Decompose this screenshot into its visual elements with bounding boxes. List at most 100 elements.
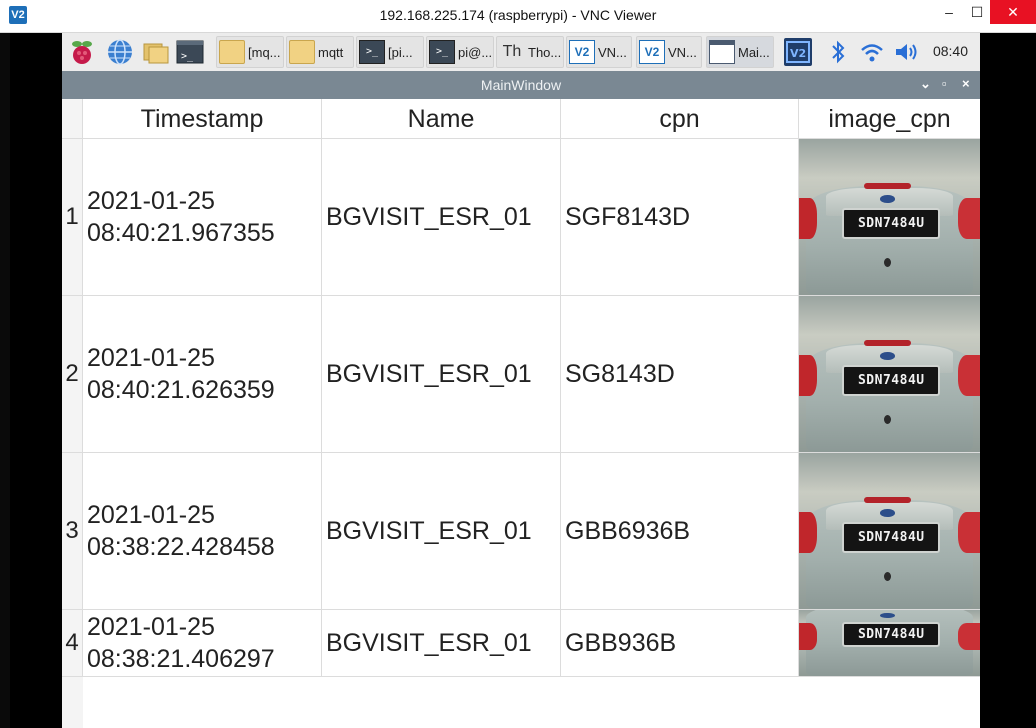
raspberry-menu-icon[interactable]	[68, 38, 96, 66]
row-header[interactable]: 3	[62, 453, 83, 610]
tail-light-left	[799, 355, 818, 396]
table-cell-name[interactable]: BGVISIT_ESR_01	[322, 296, 561, 453]
license-plate-image[interactable]: SDN7484U	[799, 610, 980, 677]
vnc-close-button[interactable]: ✕	[990, 0, 1036, 24]
column-header-cpn[interactable]: cpn	[561, 99, 799, 139]
timestamp-date: 2021-01-25	[87, 344, 215, 372]
svg-text:V2: V2	[790, 47, 806, 60]
vnc-tray-icon[interactable]: V2	[784, 38, 812, 66]
taskbar-button-vnc-1[interactable]: V2 VN...	[566, 36, 632, 68]
timestamp-time: 08:38:21.406297	[87, 645, 275, 673]
main-window-minimize-button[interactable]: ⌄	[920, 76, 931, 92]
taskbar-button-pi-terminal[interactable]: >_ [pi...	[356, 36, 424, 68]
row-header[interactable]: 1	[62, 139, 83, 296]
taskbar-button-thonny[interactable]: Th Tho...	[496, 36, 564, 68]
tail-light-left	[799, 512, 818, 553]
folder-icon	[219, 40, 245, 64]
license-plate: SDN7484U	[842, 207, 941, 239]
table-cell-cpn[interactable]: GBB6936B	[561, 453, 799, 610]
license-plate: SDN7484U	[842, 521, 941, 553]
terminal-icon[interactable]: >_	[176, 38, 204, 66]
svg-text:>_: >_	[181, 51, 194, 62]
vnc-minimize-button[interactable]: –	[934, 0, 964, 24]
car-badge-icon	[880, 509, 895, 517]
web-browser-icon[interactable]	[106, 38, 134, 66]
taskbar-button-vnc-2[interactable]: V2 VN...	[636, 36, 702, 68]
taskbar-clock[interactable]: 08:40	[933, 43, 968, 59]
taskbar-label: Mai...	[738, 44, 770, 60]
vnc-icon: V2	[569, 40, 595, 64]
timestamp-date: 2021-01-25	[87, 613, 215, 641]
thonny-icon: Th	[502, 43, 522, 60]
table-cell-timestamp[interactable]: 2021-01-25 08:38:21.406297	[83, 610, 322, 677]
row-header[interactable]: 2	[62, 296, 83, 453]
license-plate-image[interactable]: SDN7484U	[799, 296, 980, 453]
tail-light-right	[958, 512, 980, 553]
table-cell-name[interactable]: BGVISIT_ESR_01	[322, 139, 561, 296]
taskbar-button-mainwindow[interactable]: Mai...	[706, 36, 774, 68]
tail-light-left	[799, 198, 818, 239]
table-cell-cpn[interactable]: GBB936B	[561, 610, 799, 677]
timestamp-date: 2021-01-25	[87, 501, 215, 529]
volume-icon[interactable]	[892, 38, 920, 66]
car-badge-icon	[880, 612, 895, 618]
taskbar: >_ [mq... mqtt >_ [pi... >_ pi@... Th Tho..…	[62, 33, 980, 72]
column-header-timestamp[interactable]: Timestamp	[83, 99, 322, 139]
tail-light-right	[958, 623, 980, 650]
taskbar-label: [pi...	[388, 44, 413, 60]
license-plate-image[interactable]: SDN7484U	[799, 453, 980, 610]
main-window-titlebar[interactable]: MainWindow ⌄ ▫ ×	[62, 71, 980, 99]
taskbar-button-mqtt-folder[interactable]: mqtt	[286, 36, 354, 68]
records-table[interactable]: Timestamp Name cpn image_cpn 1 2021-01-2…	[62, 99, 980, 728]
vnc-titlebar: V2 192.168.225.174 (raspberrypi) - VNC V…	[0, 0, 1036, 33]
main-window-maximize-button[interactable]: ▫	[942, 76, 947, 91]
table-cell-name[interactable]: BGVISIT_ESR_01	[322, 610, 561, 677]
window-icon	[709, 40, 735, 64]
table-cell-timestamp[interactable]: 2021-01-25 08:40:21.626359	[83, 296, 322, 453]
remote-right-border	[980, 33, 1036, 728]
timestamp-time: 08:40:21.626359	[87, 376, 275, 404]
license-plate: SDN7484U	[842, 364, 941, 396]
brake-light	[864, 496, 912, 503]
brake-light	[864, 339, 912, 346]
car-badge-icon	[880, 195, 895, 203]
license-plate: SDN7484U	[842, 621, 941, 647]
table-cell-timestamp[interactable]: 2021-01-25 08:40:21.967355	[83, 139, 322, 296]
timestamp-time: 08:40:21.967355	[87, 219, 275, 247]
remote-edge-strip	[0, 33, 10, 728]
taskbar-label: mqtt	[318, 44, 344, 60]
main-window: MainWindow ⌄ ▫ × Timestamp Name cpn imag…	[62, 71, 980, 728]
folder-icon	[289, 40, 315, 64]
table-cell-cpn[interactable]: SG8143D	[561, 296, 799, 453]
taskbar-label: [mq...	[248, 44, 281, 60]
taskbar-button-pi-at-terminal[interactable]: >_ pi@...	[426, 36, 494, 68]
table-cell-cpn[interactable]: SGF8143D	[561, 139, 799, 296]
taskbar-label: VN...	[598, 44, 627, 60]
bluetooth-icon[interactable]	[824, 38, 852, 66]
file-manager-icon[interactable]	[142, 38, 170, 66]
table-corner-button[interactable]	[62, 99, 83, 139]
vnc-icon: V2	[639, 40, 665, 64]
timestamp-time: 08:38:22.428458	[87, 533, 275, 561]
column-header-name[interactable]: Name	[322, 99, 561, 139]
vnc-maximize-button[interactable]: ☐	[962, 0, 992, 24]
taskbar-label: VN...	[668, 44, 697, 60]
main-window-close-button[interactable]: ×	[962, 76, 970, 91]
tail-light-left	[799, 623, 818, 650]
wifi-icon[interactable]	[858, 38, 886, 66]
taskbar-label: Tho...	[528, 44, 562, 60]
license-plate-image[interactable]: SDN7484U	[799, 139, 980, 296]
main-window-title: MainWindow	[480, 77, 562, 93]
terminal-icon: >_	[359, 40, 385, 64]
tail-light-right	[958, 198, 980, 239]
taskbar-button-mq-folder[interactable]: [mq...	[216, 36, 284, 68]
terminal-icon: >_	[429, 40, 455, 64]
car-badge-icon	[880, 352, 895, 360]
row-header[interactable]: 4	[62, 610, 83, 677]
column-header-image-cpn[interactable]: image_cpn	[799, 99, 980, 139]
vnc-window-title: 192.168.225.174 (raspberrypi) - VNC View…	[379, 7, 657, 23]
brake-light	[864, 182, 912, 189]
table-cell-name[interactable]: BGVISIT_ESR_01	[322, 453, 561, 610]
timestamp-date: 2021-01-25	[87, 187, 215, 215]
table-cell-timestamp[interactable]: 2021-01-25 08:38:22.428458	[83, 453, 322, 610]
